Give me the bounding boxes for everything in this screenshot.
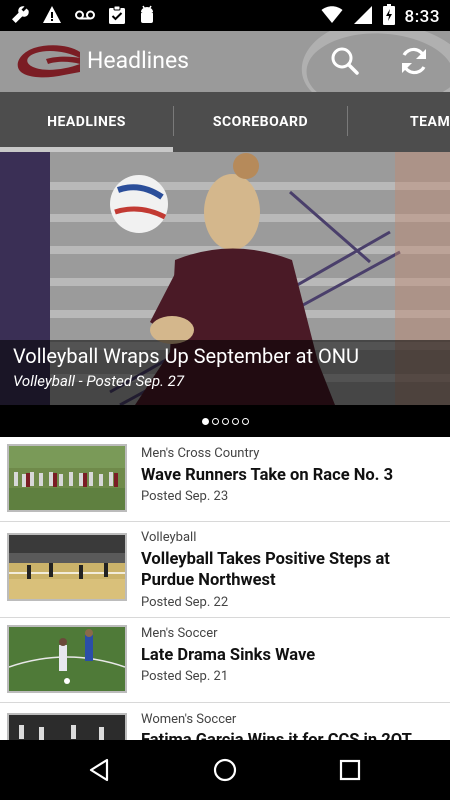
tab-headlines[interactable]: HEADLINES: [0, 92, 173, 152]
article-thumbnail: [7, 444, 127, 512]
page-title: Headlines: [87, 47, 190, 74]
article-category: Men's Cross Country: [141, 446, 260, 461]
article-date: Posted Sep. 23: [141, 489, 229, 504]
article-thumbnail: [7, 625, 127, 693]
pager-dot[interactable]: [211, 417, 219, 425]
tab-bar: HEADLINES SCOREBOARD TEAM: [0, 92, 450, 152]
tab-scoreboard[interactable]: SCOREBOARD: [174, 92, 347, 152]
article-title: Late Drama Sinks Wave: [141, 646, 316, 665]
back-icon[interactable]: [87, 757, 111, 787]
carousel-pager: [0, 405, 450, 437]
android-debug-icon: [138, 5, 156, 29]
battery-charging-icon: [382, 4, 395, 29]
wifi-icon: [321, 5, 343, 29]
tab-team[interactable]: TEAM: [348, 92, 450, 152]
wrench-icon: [10, 5, 30, 29]
list-item[interactable]: Men's Soccer Late Drama Sinks Wave Poste…: [0, 618, 450, 703]
hero-subtitle: Volleyball - Posted Sep. 27: [13, 372, 185, 390]
article-category: Men's Soccer: [141, 626, 218, 641]
article-thumbnail: [7, 533, 127, 601]
article-date: Posted Sep. 21: [141, 669, 229, 684]
headline-list: Men's Cross Country Wave Runners Take on…: [0, 437, 450, 740]
article-category: Women's Soccer: [141, 712, 237, 727]
list-item[interactable]: Men's Cross Country Wave Runners Take on…: [0, 437, 450, 522]
warning-icon: [42, 5, 62, 29]
app-bar: Headlines: [0, 31, 450, 92]
status-time: 8:33: [404, 6, 440, 27]
recents-icon[interactable]: [339, 759, 361, 785]
pager-dot[interactable]: [231, 417, 239, 425]
article-date: Posted Sep. 22: [141, 595, 229, 610]
article-title: Fatima Garcia Wins it for CCS in 2OT: [141, 730, 441, 740]
app-logo: [14, 44, 82, 82]
article-title: Wave Runners Take on Race No. 3: [141, 466, 394, 485]
pager-dot[interactable]: [221, 417, 229, 425]
list-item[interactable]: Volleyball Volleyball Takes Positive Ste…: [0, 522, 450, 618]
refresh-icon[interactable]: [398, 46, 430, 80]
signal-icon: [353, 5, 373, 29]
article-title: Volleyball Takes Positive Steps at Purdu…: [141, 550, 390, 590]
hero-title[interactable]: Volleyball Wraps Up September at ONU: [13, 344, 359, 368]
pager-dot[interactable]: [241, 417, 249, 425]
clipboard-check-icon: [108, 5, 126, 29]
search-icon[interactable]: [330, 46, 360, 80]
pager-dot-active[interactable]: [201, 417, 209, 425]
status-bar: 8:33: [0, 0, 450, 31]
article-thumbnail: [7, 713, 127, 740]
list-item[interactable]: Women's Soccer Fatima Garcia Wins it for…: [0, 703, 450, 740]
article-category: Volleyball: [141, 530, 197, 545]
system-nav-bar: [0, 740, 450, 800]
voicemail-icon: [74, 5, 96, 29]
home-icon[interactable]: [212, 757, 238, 787]
